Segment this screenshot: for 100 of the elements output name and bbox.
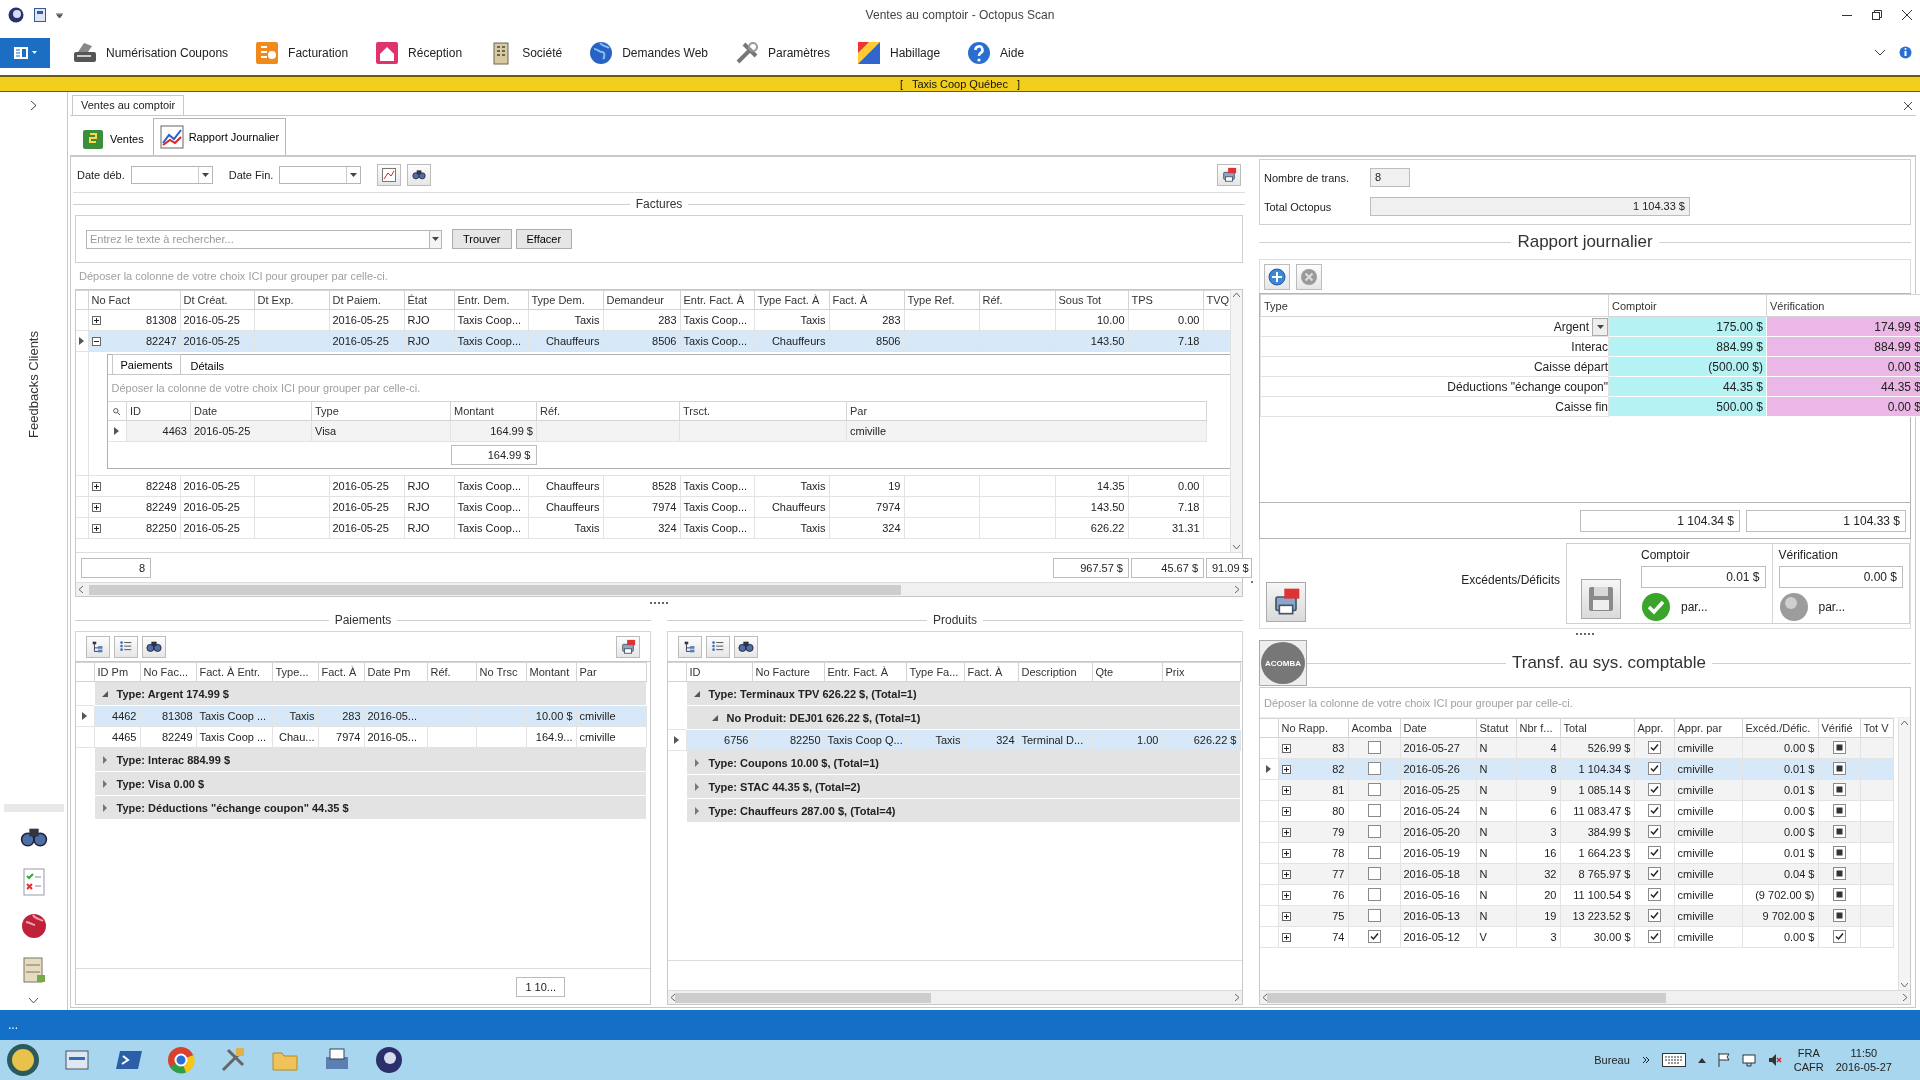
pending-circle-icon[interactable]: [1778, 592, 1809, 622]
ribbon-button[interactable]: Réception: [366, 35, 471, 70]
collapse-arrow-icon[interactable]: [100, 689, 109, 698]
collapse-icon[interactable]: [91, 336, 101, 346]
checkbox[interactable]: [1647, 929, 1661, 943]
expand-arrow-icon[interactable]: [692, 782, 701, 791]
expand-panel-icon[interactable]: [30, 100, 37, 111]
ribbon-button[interactable]: Facturation: [246, 35, 357, 70]
checkbox[interactable]: [1832, 866, 1846, 880]
checkbox[interactable]: [1367, 740, 1381, 754]
checkbox[interactable]: [1647, 803, 1661, 817]
tab[interactable]: Détails: [181, 356, 234, 374]
checkbox[interactable]: [1367, 845, 1381, 859]
checkbox[interactable]: [1647, 866, 1661, 880]
expand-arrow-icon[interactable]: [100, 755, 109, 764]
expand-arrow-icon[interactable]: [692, 806, 701, 815]
scroll-right-icon[interactable]: [1235, 586, 1239, 593]
acomba-logo-button[interactable]: ACOMBA: [1259, 640, 1307, 686]
quick-access-dropdown-icon[interactable]: [56, 12, 63, 18]
collapse-ribbon-icon[interactable]: [1875, 49, 1885, 56]
checkbox[interactable]: [1832, 929, 1846, 943]
column-header[interactable]: Entr. Dem.: [454, 290, 528, 310]
vertical-scrollbar[interactable]: [1898, 718, 1910, 990]
column-header[interactable]: Date: [190, 401, 312, 421]
column-header[interactable]: Qte: [1092, 662, 1162, 682]
checkbox[interactable]: [1832, 761, 1846, 775]
column-header[interactable]: Réf.: [536, 401, 680, 421]
application-menu-button[interactable]: [0, 37, 50, 68]
pdf-print-button[interactable]: [1217, 163, 1241, 186]
checkbox[interactable]: [1647, 782, 1661, 796]
column-header[interactable]: No Facture: [752, 662, 824, 682]
search-button[interactable]: [142, 635, 166, 658]
table-row[interactable]: 82250 2016-05-25 2016-05-25 RJO Taxis Coop... Taxis 324 Taxis Coop... Taxis 324 626.22 31.31: [76, 517, 1230, 539]
column-header[interactable]: No Trsc: [476, 662, 526, 682]
table-row[interactable]: 77 2016-05-18 N 32 8 765.97 $ cmiville 0.04 $: [1260, 863, 1893, 885]
sidebar-tab[interactable]: Feedbacks Clients: [26, 331, 41, 438]
expand-icon[interactable]: [91, 523, 101, 533]
chevron-icon[interactable]: [1641, 1056, 1650, 1064]
group-tree-button[interactable]: [86, 635, 110, 658]
expand-icon[interactable]: [1281, 911, 1291, 921]
checkbox[interactable]: [1832, 740, 1846, 754]
tab[interactable]: Paiements: [111, 354, 182, 374]
search-button[interactable]: [407, 163, 432, 186]
horizontal-scrollbar[interactable]: [76, 582, 1242, 596]
restore-button[interactable]: [1872, 10, 1882, 20]
flag-icon[interactable]: [1717, 1053, 1730, 1067]
column-header[interactable]: ID: [686, 662, 752, 682]
browser-icon[interactable]: [166, 1045, 196, 1075]
ribbon-button[interactable]: Demandes Web: [580, 35, 716, 70]
column-header[interactable]: Type...: [272, 662, 318, 682]
column-header[interactable]: Type Fa...: [906, 662, 964, 682]
expand-icon[interactable]: [1281, 890, 1291, 900]
column-header[interactable]: Entr. Fact. À: [824, 662, 906, 682]
cabinet-icon[interactable]: [20, 956, 47, 984]
column-header[interactable]: Montant: [526, 662, 576, 682]
table-row[interactable]: 75 2016-05-13 N 19 13 223.52 $ cmiville 9 702.00 $: [1260, 905, 1893, 927]
document-icon[interactable]: [34, 8, 46, 22]
column-header[interactable]: Dt Exp.: [254, 290, 329, 310]
column-header[interactable]: ID Pm: [94, 662, 140, 682]
column-header[interactable]: Total: [1560, 718, 1634, 738]
add-button[interactable]: [1264, 263, 1290, 290]
checkbox[interactable]: [1647, 824, 1661, 838]
checkbox[interactable]: [1367, 803, 1381, 817]
pdf-print-button[interactable]: [1266, 582, 1306, 622]
column-header[interactable]: Date: [1400, 718, 1476, 738]
close-icon[interactable]: [1904, 102, 1912, 110]
column-header[interactable]: Fact. À Entr.: [196, 662, 272, 682]
table-row[interactable]: 82248 2016-05-25 2016-05-25 RJO Taxis Coop... Chauffeurs 8528 Taxis Coop... Taxis 19 14.35 0.00: [76, 475, 1230, 497]
app-logo-icon[interactable]: [8, 7, 24, 23]
scroll-left-icon[interactable]: [671, 994, 675, 1001]
expand-arrow-icon[interactable]: [100, 779, 109, 788]
chart-button[interactable]: [377, 163, 402, 186]
network-icon[interactable]: [1741, 1053, 1756, 1067]
collapse-arrow-icon[interactable]: [710, 713, 719, 722]
checkbox[interactable]: [1367, 782, 1381, 796]
column-header[interactable]: Description: [1018, 662, 1092, 682]
expand-icon[interactable]: [1281, 785, 1291, 795]
scroll-up-icon[interactable]: [1233, 293, 1240, 297]
checkbox[interactable]: [1367, 929, 1381, 943]
checkbox[interactable]: [1647, 740, 1661, 754]
globe-icon[interactable]: [19, 912, 48, 940]
scroll-left-icon[interactable]: [1263, 994, 1267, 1001]
table-row[interactable]: 82249 2016-05-25 2016-05-25 RJO Taxis Coop... Chauffeurs 7974 Taxis Coop... Chauffeurs 7974 143.50 7.18: [76, 496, 1230, 518]
scroll-left-icon[interactable]: [79, 586, 83, 593]
info-icon[interactable]: [1899, 46, 1912, 59]
column-header[interactable]: Type: [1260, 294, 1609, 317]
column-header[interactable]: TVQ: [1203, 290, 1230, 310]
ribbon-button[interactable]: Numérisation Coupons: [64, 35, 237, 70]
ribbon-button[interactable]: Paramètres: [726, 35, 839, 70]
column-header[interactable]: Statut: [1476, 718, 1516, 738]
column-header[interactable]: Excéd./Défic.: [1742, 718, 1818, 738]
column-header[interactable]: Appr.: [1634, 718, 1674, 738]
table-row[interactable]: 76 2016-05-16 N 20 11 100.54 $ cmiville (9 702.00 $): [1260, 884, 1893, 906]
delete-button[interactable]: [1296, 263, 1322, 290]
toolbar-label[interactable]: Bureau: [1594, 1054, 1630, 1066]
tab[interactable]: Ventes: [74, 121, 151, 155]
column-header[interactable]: Fact. À: [964, 662, 1018, 682]
table-row[interactable]: 79 2016-05-20 N 3 384.99 $ cmiville 0.00 $: [1260, 821, 1893, 843]
column-header[interactable]: Entr. Fact. À: [680, 290, 754, 310]
column-header[interactable]: Fact. À: [829, 290, 904, 310]
